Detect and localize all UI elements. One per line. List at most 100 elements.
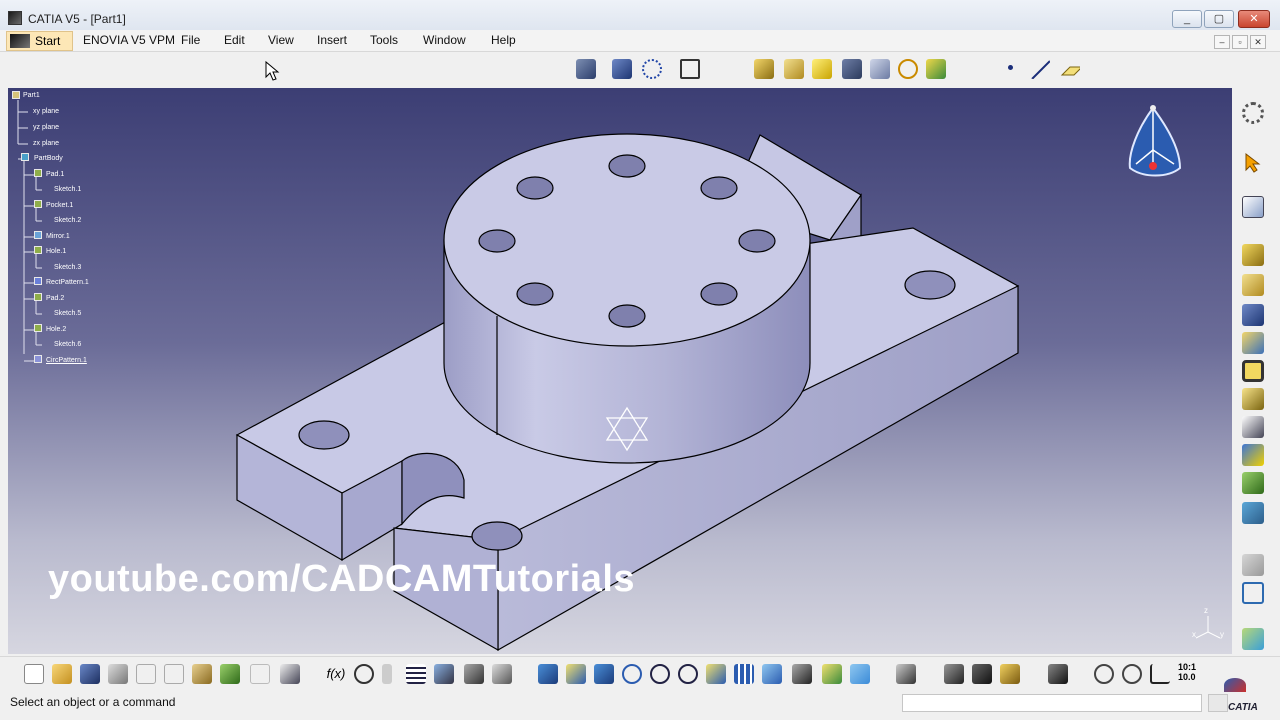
tree-node-sketch1[interactable]: Sketch.1 xyxy=(54,186,81,193)
multi-view-icon[interactable] xyxy=(734,664,754,684)
draft-icon[interactable] xyxy=(1242,416,1264,438)
shading-icon[interactable] xyxy=(792,664,812,684)
zoom-in-icon[interactable] xyxy=(650,664,670,684)
tree-node-sketch6[interactable]: Sketch.6 xyxy=(54,341,81,348)
point-icon[interactable] xyxy=(1008,65,1013,70)
capture-icon[interactable] xyxy=(1048,664,1068,684)
hide-show-icon[interactable] xyxy=(822,664,842,684)
pocket-icon[interactable] xyxy=(1242,274,1264,296)
menu-help[interactable]: Help xyxy=(491,33,516,47)
chamfer-icon[interactable] xyxy=(1242,388,1264,410)
tree-node-sketch5[interactable]: Sketch.5 xyxy=(54,310,81,317)
tree-node-rectpattern1[interactable]: RectPattern.1 xyxy=(46,279,89,286)
power-input-field[interactable] xyxy=(902,694,1202,712)
3d-viewport[interactable]: z x y Part1 xy plane yz plane zx plane P… xyxy=(8,88,1232,654)
pan-icon[interactable] xyxy=(594,664,614,684)
hole-icon[interactable] xyxy=(1242,332,1264,354)
product-icon[interactable] xyxy=(642,59,662,79)
hierarchy-icon[interactable] xyxy=(434,664,454,684)
tree-node-pad1[interactable]: Pad.1 xyxy=(46,171,64,178)
axis-icon[interactable] xyxy=(1150,664,1170,684)
mirror-icon[interactable] xyxy=(1242,502,1264,524)
material-icon[interactable] xyxy=(1242,582,1264,604)
rib-icon[interactable] xyxy=(898,59,918,79)
tree-node-hole2[interactable]: Hole.2 xyxy=(46,326,66,333)
menu-window[interactable]: Window xyxy=(423,33,466,47)
fit-all-icon[interactable] xyxy=(680,59,700,79)
pad-icon[interactable] xyxy=(754,59,774,79)
analysis-icon[interactable] xyxy=(492,664,512,684)
pocket-icon[interactable] xyxy=(784,59,804,79)
apply-material-icon[interactable] xyxy=(1242,628,1264,650)
menu-tools[interactable]: Tools xyxy=(370,33,398,47)
settings-icon[interactable] xyxy=(1242,102,1264,124)
sketcher-tools-icon[interactable] xyxy=(926,59,946,79)
tree-node-yz-plane[interactable]: yz plane xyxy=(33,124,59,131)
undo-icon[interactable] xyxy=(220,664,240,684)
minimize-button[interactable]: _ xyxy=(1172,10,1202,28)
doc-restore-button[interactable]: ▫ xyxy=(1232,35,1248,49)
redo-icon[interactable] xyxy=(250,664,270,684)
tree-node-zx-plane[interactable]: zx plane xyxy=(33,140,59,147)
close-button[interactable]: ✕ xyxy=(1238,10,1270,28)
plane-icon[interactable] xyxy=(1060,59,1080,79)
cut-icon[interactable] xyxy=(136,664,156,684)
doc-minimize-button[interactable]: – xyxy=(1214,35,1230,49)
fillet-icon[interactable] xyxy=(1242,360,1264,382)
save-icon[interactable] xyxy=(80,664,100,684)
menu-insert[interactable]: Insert xyxy=(317,33,347,47)
cycle-icon[interactable] xyxy=(1094,664,1114,684)
thickness-icon[interactable] xyxy=(1242,472,1264,494)
fit-all-icon[interactable] xyxy=(566,664,586,684)
sketch-icon[interactable] xyxy=(1242,196,1264,218)
knowledge-icon[interactable] xyxy=(612,59,632,79)
tree-node-pad2[interactable]: Pad.2 xyxy=(46,295,64,302)
menu-view[interactable]: View xyxy=(268,33,294,47)
shaft-icon[interactable] xyxy=(1242,304,1264,326)
menu-start[interactable]: Start xyxy=(6,31,74,51)
maximize-button[interactable]: ▢ xyxy=(1204,10,1234,28)
hand-icon[interactable] xyxy=(1122,664,1142,684)
shell-icon[interactable] xyxy=(1242,444,1264,466)
measure-between-icon[interactable] xyxy=(944,664,964,684)
doc-close-button[interactable]: ✕ xyxy=(1250,35,1266,49)
sketcher-icon[interactable] xyxy=(576,59,596,79)
line-icon[interactable] xyxy=(1030,59,1050,79)
formula-icon[interactable]: f(x) xyxy=(326,664,346,684)
iso-view-icon[interactable] xyxy=(762,664,782,684)
hole-icon[interactable] xyxy=(870,59,890,79)
rotate-icon[interactable] xyxy=(622,664,642,684)
power-input-button[interactable] xyxy=(1208,694,1228,712)
scale-label-top[interactable]: 10:1 xyxy=(1178,663,1196,672)
mass-icon[interactable] xyxy=(1000,664,1020,684)
menu-enovia[interactable]: ENOVIA V5 VPM xyxy=(83,33,175,47)
new-icon[interactable] xyxy=(24,664,44,684)
fly-icon[interactable] xyxy=(538,664,558,684)
compass-icon[interactable] xyxy=(1128,105,1182,177)
print-icon[interactable] xyxy=(108,664,128,684)
shaft-icon[interactable] xyxy=(812,59,832,79)
open-icon[interactable] xyxy=(52,664,72,684)
check-icon[interactable] xyxy=(464,664,484,684)
scale-label-bottom[interactable]: 10.0 xyxy=(1178,673,1196,682)
zoom-out-icon[interactable] xyxy=(678,664,698,684)
tree-node-mirror1[interactable]: Mirror.1 xyxy=(46,233,70,240)
tree-node-xy-plane[interactable]: xy plane xyxy=(33,108,59,115)
normal-view-icon[interactable] xyxy=(706,664,726,684)
paste-icon[interactable] xyxy=(192,664,212,684)
menu-file[interactable]: File xyxy=(181,33,200,47)
tree-node-part1[interactable]: Part1 xyxy=(23,92,40,99)
select-icon[interactable] xyxy=(1242,152,1264,174)
groove-icon[interactable] xyxy=(842,59,862,79)
pad-icon[interactable] xyxy=(1242,244,1264,266)
tree-node-sketch2[interactable]: Sketch.2 xyxy=(54,217,81,224)
tree-node-hole1[interactable]: Hole.1 xyxy=(46,248,66,255)
tree-node-circpattern1[interactable]: CircPattern.1 xyxy=(46,357,87,364)
comment-icon[interactable] xyxy=(354,664,374,684)
measure-item-icon[interactable] xyxy=(972,664,992,684)
whats-this-icon[interactable] xyxy=(280,664,300,684)
copy-icon[interactable] xyxy=(164,664,184,684)
table-icon[interactable] xyxy=(406,664,426,684)
tree-node-partbody[interactable]: PartBody xyxy=(34,155,63,162)
measure-icon[interactable] xyxy=(382,664,392,684)
